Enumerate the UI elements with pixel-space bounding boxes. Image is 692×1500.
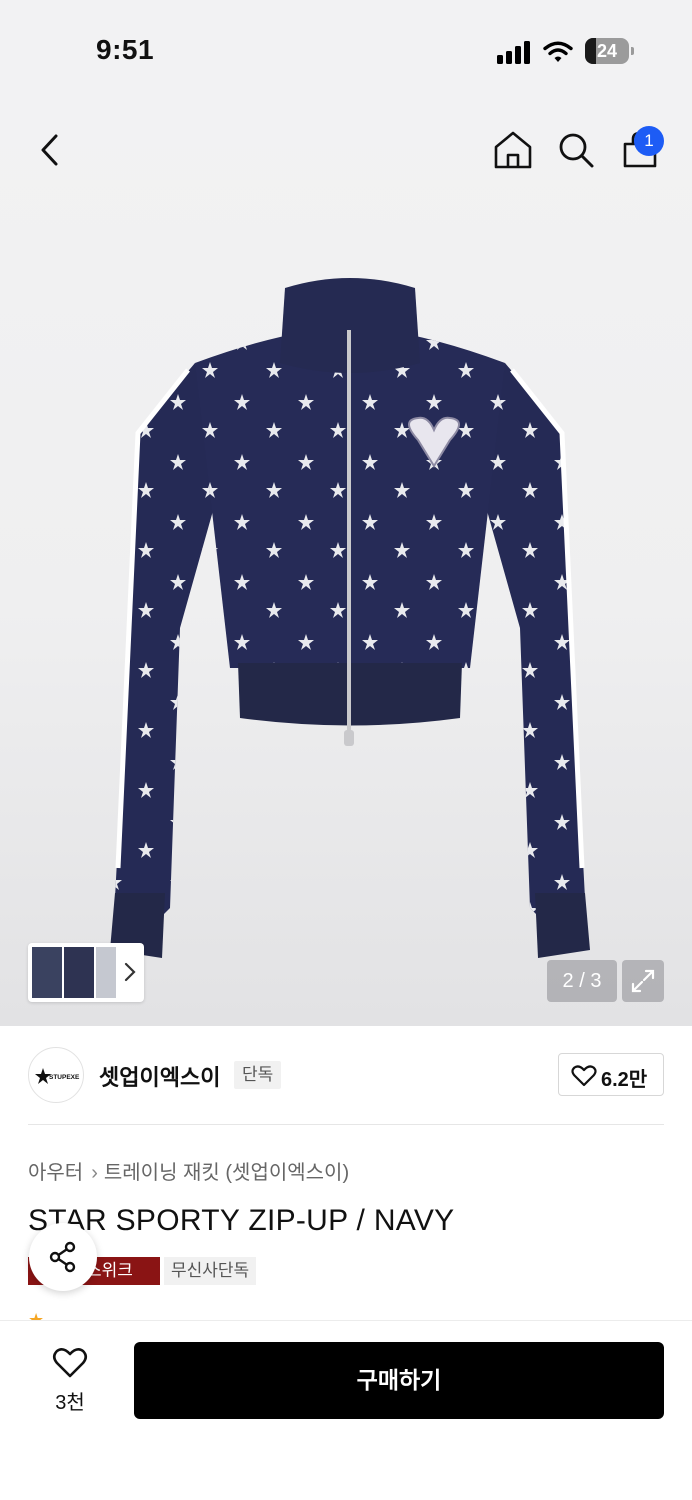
svg-text:STUPEXE: STUPEXE — [49, 1074, 80, 1081]
buy-button[interactable]: 구매하기 — [134, 1342, 664, 1419]
brand-like-button[interactable]: 6.2만 — [558, 1053, 664, 1096]
thumbnail-2[interactable] — [64, 947, 94, 998]
battery-icon: 24 — [585, 38, 635, 64]
thumbnail-strip[interactable] — [28, 943, 144, 1002]
product-image[interactable] — [100, 268, 600, 958]
back-chevron-icon[interactable] — [32, 128, 68, 172]
search-icon[interactable] — [556, 128, 596, 172]
thumbnail-3[interactable] — [96, 947, 116, 998]
product-title: STAR SPORTY ZIP-UP / NAVY — [28, 1204, 455, 1237]
musinsa-exclusive-badge: 무신사단독 — [164, 1257, 257, 1285]
image-pager: 2 / 3 — [547, 960, 617, 1002]
wifi-icon — [543, 41, 573, 62]
brand-like-count: 6.2만 — [601, 1069, 648, 1091]
divider — [28, 1124, 664, 1125]
share-icon — [49, 1241, 76, 1273]
battery-percent: 24 — [596, 41, 618, 61]
brand-name[interactable]: 셋업이엑스이 — [99, 1060, 220, 1092]
brand-logo-star-icon: STUPEXE — [35, 1068, 80, 1084]
expand-icon — [631, 969, 655, 993]
status-time: 9:51 — [96, 34, 155, 65]
cart-count-badge[interactable]: 1 — [634, 126, 664, 156]
cellular-signal-icon — [497, 40, 533, 64]
thumbnail-next-chevron-icon[interactable] — [124, 961, 136, 983]
wishlist-heart-icon[interactable] — [52, 1346, 88, 1380]
breadcrumb: 아우터 › 트레이닝 재킷 (셋업이엑스이) — [28, 1156, 349, 1185]
heart-icon — [571, 1065, 597, 1087]
wishlist-count: 3천 — [55, 1392, 85, 1414]
status-bar: 9:51 24 — [0, 0, 692, 100]
chevron-right-icon: › — [91, 1162, 98, 1184]
brand-logo[interactable]: STUPEXE — [28, 1047, 84, 1103]
expand-button[interactable] — [622, 960, 664, 1002]
thumbnail-1[interactable] — [32, 947, 62, 998]
breadcrumb-category[interactable]: 아우터 — [28, 1162, 83, 1184]
home-icon[interactable] — [492, 128, 534, 172]
exclusive-tag: 단독 — [234, 1061, 282, 1089]
share-button[interactable] — [29, 1223, 97, 1291]
breadcrumb-subcategory[interactable]: 트레이닝 재킷 (셋업이엑스이) — [104, 1162, 349, 1184]
